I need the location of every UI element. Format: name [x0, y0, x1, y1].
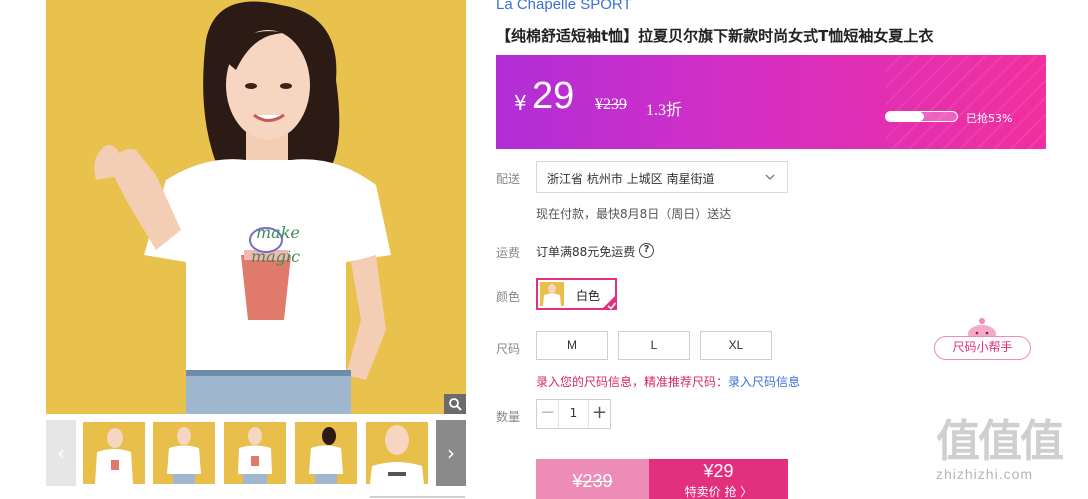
buy-original-price-button[interactable]: ¥239: [536, 459, 649, 499]
magnifier-icon: [449, 398, 462, 411]
product-photo-illustration: make magic: [46, 0, 466, 414]
quantity-stepper: − 1 +: [536, 399, 611, 429]
special-price: ¥29: [703, 461, 734, 481]
current-price: 29: [532, 75, 575, 117]
thumbnail-item[interactable]: [295, 422, 357, 484]
quantity-increase-button[interactable]: +: [588, 400, 610, 428]
size-helper-label: 尺码小帮手: [934, 336, 1031, 360]
size-option-m[interactable]: M: [536, 331, 608, 360]
chevron-down-icon: [765, 174, 775, 180]
swatch-illustration: [540, 282, 564, 306]
delivery-estimate: 现在付款，最快8月8日（周日）送达: [536, 207, 732, 221]
original-price: ¥239: [595, 96, 627, 113]
svg-text:make: make: [256, 223, 300, 242]
quantity-label: 数量: [496, 410, 521, 424]
size-option-l[interactable]: L: [618, 331, 690, 360]
color-option-label: 白色: [576, 289, 601, 303]
thumbnail-item[interactable]: [153, 422, 215, 484]
thumbnail-item[interactable]: [366, 422, 428, 484]
sold-progress-bar: [885, 111, 958, 122]
delivery-label: 配送: [496, 172, 521, 186]
thumbnail-prev-button[interactable]: ‹: [46, 420, 76, 486]
product-title: 【纯棉舒适短袖t恤】拉夏贝尔旗下新款时尚女式T恤短袖女夏上衣: [496, 27, 934, 45]
chevron-left-icon: ‹: [57, 441, 65, 465]
size-tip-text: 录入您的尺码信息，精准推荐尺码：: [536, 375, 729, 389]
address-select[interactable]: 浙江省 杭州市 上城区 南星街道: [536, 161, 788, 193]
price-currency: ¥: [514, 91, 527, 115]
svg-text:magic: magic: [251, 247, 300, 266]
thumbnail-next-button[interactable]: ›: [436, 420, 466, 486]
watermark-logo: 值值值: [936, 416, 1064, 467]
quantity-value[interactable]: 1: [559, 406, 588, 420]
sold-progress-fill: [886, 112, 924, 121]
color-option-white[interactable]: 白色: [536, 278, 617, 310]
sold-progress-text: 已抢53%: [966, 112, 1013, 125]
color-label: 颜色: [496, 290, 521, 304]
selected-check-icon: [601, 294, 617, 310]
discount-label: 1.3折: [646, 102, 683, 119]
size-option-xl[interactable]: XL: [700, 331, 772, 360]
chevron-right-icon: ›: [447, 441, 455, 465]
thumbnail-image: [224, 422, 286, 484]
thumbnail-item[interactable]: [83, 422, 145, 484]
quantity-decrease-button[interactable]: −: [537, 400, 559, 428]
brand-link[interactable]: La Chapelle SPORT: [496, 0, 632, 13]
size-tip-link[interactable]: 录入尺码信息: [728, 375, 800, 389]
thumbnail-image: [366, 422, 428, 484]
size-tip: 录入您的尺码信息，精准推荐尺码：录入尺码信息: [536, 373, 800, 390]
special-price-action: 特卖价 抢 〉: [684, 485, 753, 499]
buy-special-price-button[interactable]: ¥29 特卖价 抢 〉: [649, 459, 788, 499]
thumbnail-image: [295, 422, 357, 484]
main-product-image[interactable]: make magic: [46, 0, 466, 414]
price-banner: ¥ 29 ¥239 1.3折 已抢53%: [496, 55, 1046, 149]
thumbnail-image: [153, 422, 215, 484]
shipping-text: 订单满88元免运费: [536, 245, 636, 259]
thumbnail-image: [83, 422, 145, 484]
site-watermark: 值值值 zhizhizhi.com: [936, 418, 1084, 498]
size-helper-button[interactable]: 尺码小帮手: [934, 316, 1034, 362]
banner-decoration: [886, 55, 1046, 149]
thumbnail-item[interactable]: [224, 422, 286, 484]
shipping-label: 运费: [496, 246, 521, 260]
size-label: 尺码: [496, 342, 521, 356]
help-icon[interactable]: ?: [639, 243, 654, 258]
thumbnail-strip: ‹ ›: [46, 420, 466, 486]
zoom-button[interactable]: [444, 394, 466, 414]
watermark-url: zhizhizhi.com: [936, 466, 1034, 482]
color-swatch-image: [540, 282, 564, 306]
divider: [370, 496, 465, 498]
address-value: 浙江省 杭州市 上城区 南星街道: [547, 172, 715, 186]
